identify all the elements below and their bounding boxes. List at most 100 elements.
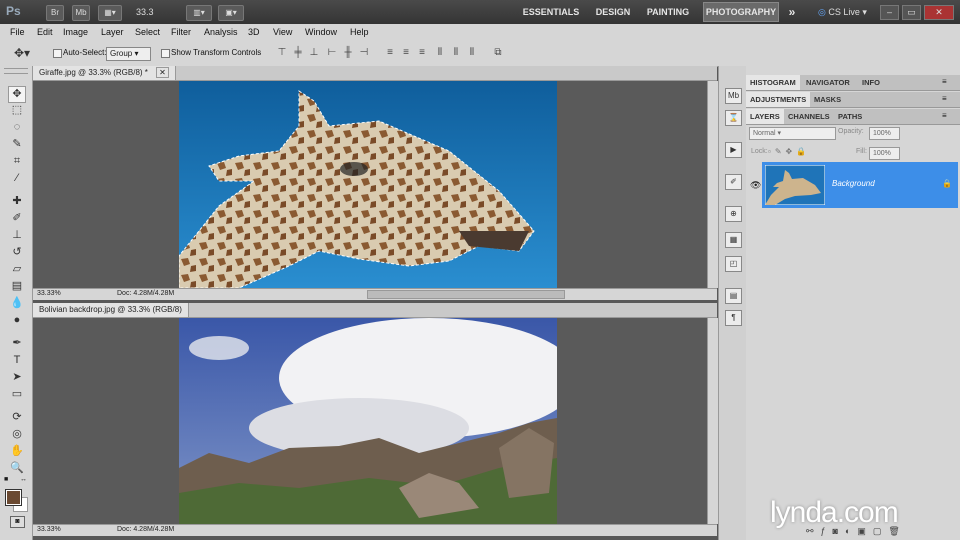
- menu-3d[interactable]: 3D: [248, 24, 260, 41]
- gradient-tool-icon[interactable]: ▤: [9, 279, 25, 294]
- swap-colors-icon[interactable]: ↔: [20, 476, 27, 483]
- more-workspaces-button[interactable]: »: [784, 0, 800, 24]
- move-tool-preset-icon[interactable]: ✥▾: [14, 46, 30, 60]
- lock-icons[interactable]: ▫✎✥🔒: [768, 147, 810, 156]
- tab-layers[interactable]: LAYERS: [746, 109, 784, 124]
- swatches-panel-icon[interactable]: ▦: [725, 232, 742, 248]
- restore-button[interactable]: ▭: [902, 5, 921, 20]
- distribute-bottom-icon[interactable]: ≡: [416, 47, 428, 59]
- quick-selection-tool-icon[interactable]: ✎: [9, 137, 25, 152]
- paragraph-panel-icon[interactable]: ¶: [725, 310, 742, 326]
- foreground-color-swatch[interactable]: [5, 489, 22, 506]
- marquee-tool-icon[interactable]: ⬚: [9, 103, 25, 118]
- fill-field[interactable]: 100%: [869, 147, 900, 160]
- document-tab-bolivian[interactable]: Bolivian backdrop.jpg @ 33.3% (RGB/8): [33, 303, 189, 317]
- zoom-readout-2[interactable]: 33.33%: [37, 526, 61, 533]
- show-transform-checkbox[interactable]: [161, 49, 170, 58]
- vertical-scrollbar-2[interactable]: [707, 318, 718, 524]
- dodge-tool-icon[interactable]: ●: [9, 313, 25, 328]
- minimize-button[interactable]: –: [880, 5, 899, 20]
- workspace-photography[interactable]: PHOTOGRAPHY: [703, 2, 779, 22]
- screen-mode-button[interactable]: ▣▾: [218, 5, 244, 21]
- menu-analysis[interactable]: Analysis: [204, 24, 238, 41]
- menu-file[interactable]: File: [10, 24, 25, 41]
- close-tab-icon[interactable]: ✕: [156, 67, 169, 78]
- horizontal-scrollbar[interactable]: [367, 290, 565, 299]
- canvas-area[interactable]: [33, 81, 707, 288]
- layer-row-background[interactable]: Background 🔒: [762, 162, 958, 208]
- tab-paths[interactable]: PATHS: [834, 109, 866, 124]
- menu-filter[interactable]: Filter: [171, 24, 191, 41]
- tab-adjustments[interactable]: ADJUSTMENTS: [746, 92, 811, 107]
- align-vcenter-icon[interactable]: ╪: [292, 47, 304, 59]
- actions-panel-icon[interactable]: ▶: [725, 142, 742, 158]
- workspace-design[interactable]: DESIGN: [590, 0, 636, 24]
- styles-panel-icon[interactable]: ◰: [725, 256, 742, 272]
- lasso-tool-icon[interactable]: ◌: [9, 120, 25, 135]
- cs-live-menu[interactable]: ◎ CS Live ▾: [818, 0, 867, 24]
- brush-presets-icon[interactable]: ✐: [725, 174, 742, 190]
- distribute-left-icon[interactable]: ⦀: [434, 47, 446, 59]
- view-extras-button[interactable]: ▦▾: [98, 5, 122, 21]
- tab-navigator[interactable]: NAVIGATOR: [802, 75, 854, 90]
- doc-size-readout-2[interactable]: Doc: 4.28M/4.28M: [117, 526, 174, 533]
- clone-stamp-tool-icon[interactable]: ⊥: [9, 228, 25, 243]
- clone-source-icon[interactable]: ⊕: [725, 206, 742, 222]
- menu-view[interactable]: View: [273, 24, 292, 41]
- type-tool-icon[interactable]: T: [9, 353, 25, 368]
- crop-tool-icon[interactable]: ⌗: [9, 154, 25, 169]
- opacity-field[interactable]: 100%: [869, 127, 900, 140]
- layer-visibility-eye-icon[interactable]: 👁: [750, 180, 761, 191]
- eyedropper-tool-icon[interactable]: ⁄: [9, 171, 25, 186]
- menu-help[interactable]: Help: [350, 24, 369, 41]
- move-tool-icon[interactable]: ✥: [8, 86, 26, 103]
- align-hcenter-icon[interactable]: ╫: [342, 47, 354, 59]
- distribute-right-icon[interactable]: ⦀: [466, 47, 478, 59]
- 3d-rotate-tool-icon[interactable]: ⟳: [9, 410, 25, 425]
- zoom-tool-icon[interactable]: 🔍: [9, 461, 25, 476]
- eraser-tool-icon[interactable]: ▱: [9, 262, 25, 277]
- menu-select[interactable]: Select: [135, 24, 160, 41]
- distribute-vcenter-icon[interactable]: ≡: [400, 47, 412, 59]
- brush-tool-icon[interactable]: ✐: [9, 211, 25, 226]
- doc-size-readout[interactable]: Doc: 4.28M/4.28M: [117, 290, 174, 297]
- distribute-top-icon[interactable]: ≡: [384, 47, 396, 59]
- auto-select-dropdown[interactable]: Group ▾: [106, 47, 151, 61]
- align-right-icon[interactable]: ⊣: [358, 47, 370, 59]
- spot-healing-tool-icon[interactable]: ✚: [9, 194, 25, 209]
- tab-histogram[interactable]: HISTOGRAM: [746, 75, 800, 90]
- character-panel-icon[interactable]: ▤: [725, 288, 742, 304]
- mini-bridge-button[interactable]: Mb: [72, 5, 90, 21]
- align-bottom-icon[interactable]: ⊥: [308, 47, 320, 59]
- zoom-readout[interactable]: 33.33%: [37, 290, 61, 297]
- document-tab-giraffe[interactable]: Giraffe.jpg @ 33.3% (RGB/8) * ✕: [33, 66, 176, 80]
- menu-window[interactable]: Window: [305, 24, 337, 41]
- auto-align-icon[interactable]: ⧉: [492, 47, 504, 59]
- menu-layer[interactable]: Layer: [101, 24, 124, 41]
- shape-tool-icon[interactable]: ▭: [9, 387, 25, 402]
- panel-menu-icon-3[interactable]: ≡: [942, 111, 947, 120]
- align-left-icon[interactable]: ⊢: [326, 47, 338, 59]
- tab-info[interactable]: INFO: [858, 75, 884, 90]
- bridge-button[interactable]: Br: [46, 5, 64, 21]
- vertical-scrollbar[interactable]: [707, 81, 718, 288]
- close-button[interactable]: ✕: [924, 5, 954, 20]
- align-top-icon[interactable]: ⊤: [276, 47, 288, 59]
- zoom-level-field[interactable]: 33.3: [136, 5, 162, 19]
- workspace-painting[interactable]: PAINTING: [640, 0, 696, 24]
- path-selection-tool-icon[interactable]: ➤: [9, 370, 25, 385]
- auto-select-checkbox[interactable]: [53, 49, 62, 58]
- blur-tool-icon[interactable]: 💧: [9, 296, 25, 311]
- pen-tool-icon[interactable]: ✒: [9, 336, 25, 351]
- quick-mask-icon[interactable]: ◙: [10, 516, 25, 528]
- distribute-hcenter-icon[interactable]: ⦀: [450, 47, 462, 59]
- 3d-orbit-tool-icon[interactable]: ◎: [9, 427, 25, 442]
- arrange-documents-button[interactable]: ▥▾: [186, 5, 212, 21]
- hand-tool-icon[interactable]: ✋: [9, 444, 25, 459]
- blend-mode-dropdown[interactable]: Normal ▾: [749, 127, 836, 140]
- canvas-area-2[interactable]: [33, 318, 707, 524]
- history-panel-icon[interactable]: ⌛: [725, 110, 742, 126]
- workspace-essentials[interactable]: ESSENTIALS: [516, 0, 586, 24]
- tab-channels[interactable]: CHANNELS: [784, 109, 834, 124]
- history-brush-tool-icon[interactable]: ↺: [9, 245, 25, 260]
